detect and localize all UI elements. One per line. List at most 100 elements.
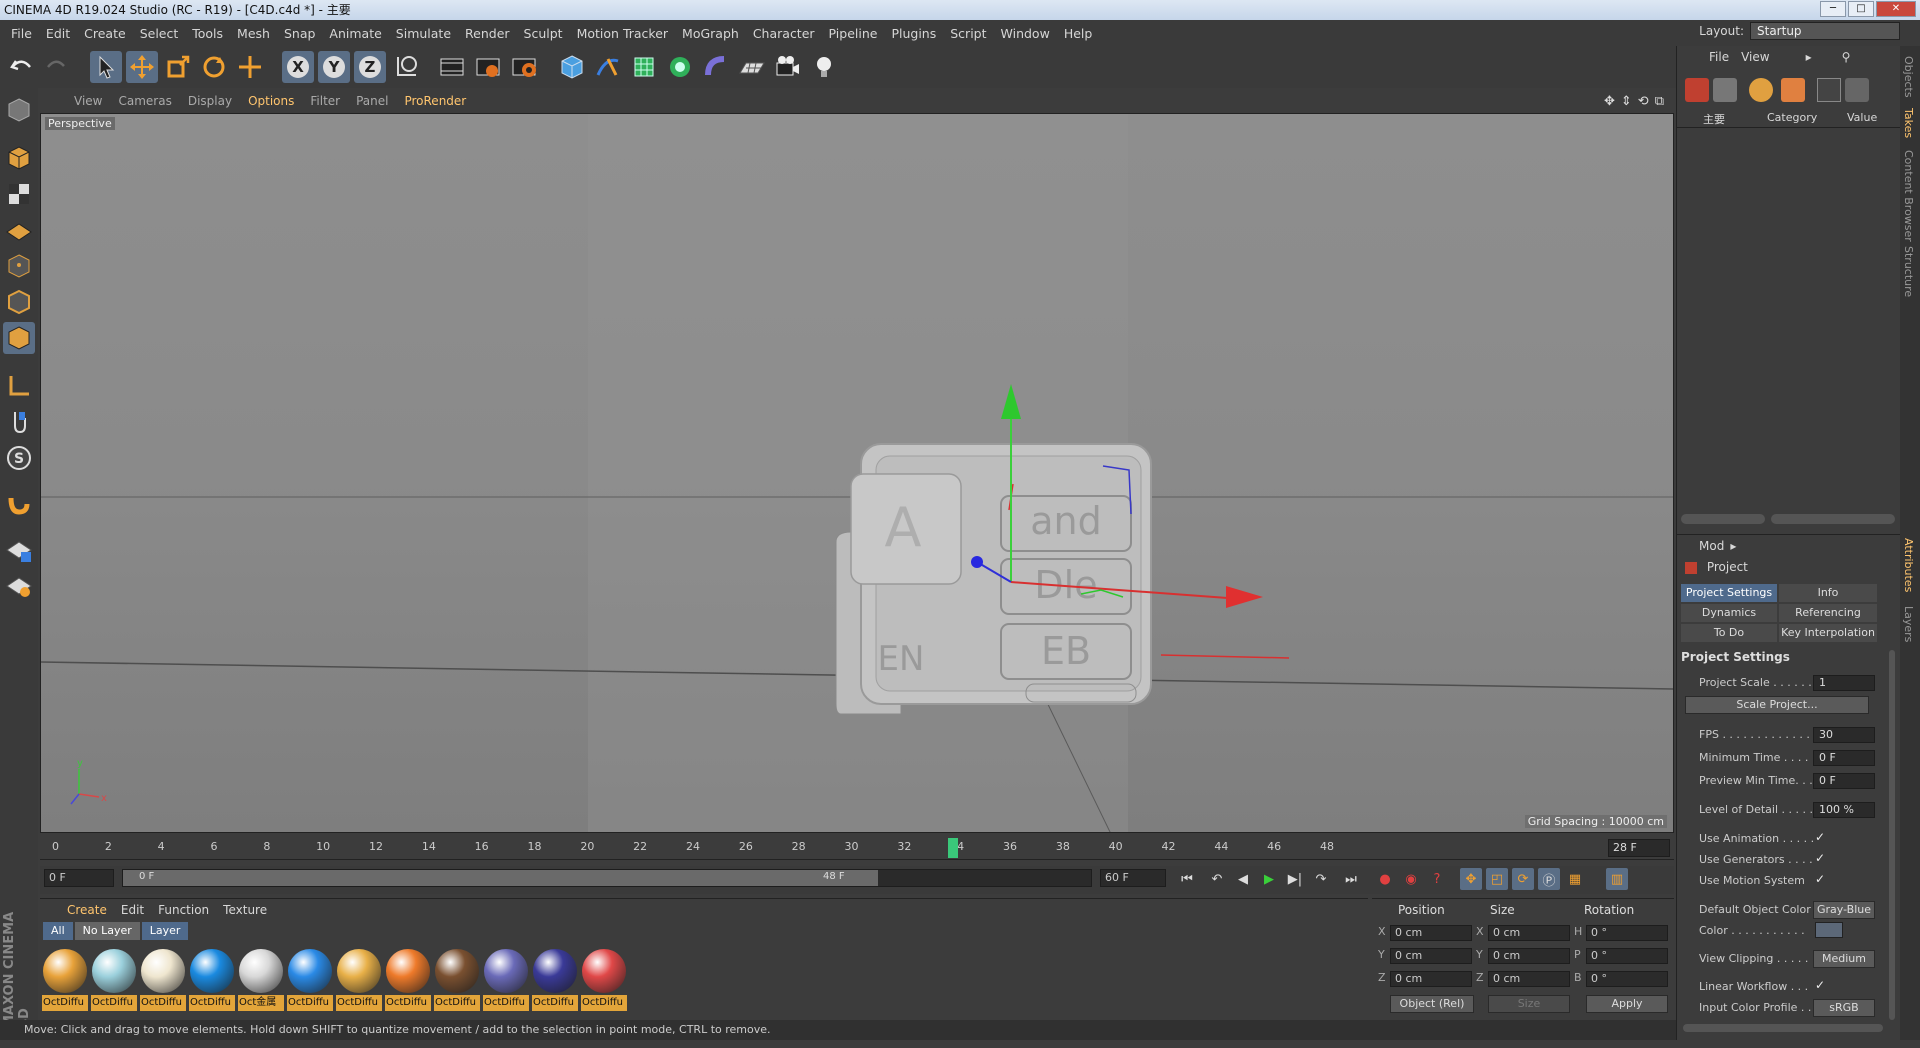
rotate-tool-icon[interactable] — [198, 51, 230, 83]
side-tab-objects[interactable]: Objects — [1902, 56, 1915, 98]
tab-info[interactable]: Info — [1779, 584, 1877, 602]
view-clipping-dropdown[interactable]: Medium — [1813, 950, 1875, 968]
side-tab-takes[interactable]: Takes — [1902, 108, 1915, 138]
takes-list[interactable] — [1677, 128, 1901, 508]
menu-file[interactable]: File — [4, 26, 39, 41]
attributes-h-scrollbar[interactable] — [1683, 1024, 1883, 1032]
transform-tool-icon[interactable] — [234, 51, 266, 83]
object-menu-view[interactable]: View — [1735, 50, 1775, 64]
goto-start-icon[interactable]: ⏮ — [1176, 868, 1198, 890]
prev-frame-icon[interactable]: ◀ — [1232, 868, 1254, 890]
tab-key-interpolation[interactable]: Key Interpolation — [1779, 624, 1877, 642]
size-mode-dropdown[interactable]: Size — [1488, 995, 1570, 1013]
use-generators-checkbox[interactable]: ✓ — [1815, 851, 1825, 865]
key-scale-icon[interactable]: ◰ — [1486, 868, 1508, 890]
maximize-view-icon[interactable]: ⧉ — [1655, 94, 1664, 109]
current-frame-field[interactable]: 28 F — [1608, 839, 1670, 857]
material-swatch[interactable]: OctDiffu — [482, 947, 530, 1011]
prev-key-icon[interactable]: ↶ — [1206, 868, 1228, 890]
key-parameter-icon[interactable]: Ⓟ — [1538, 868, 1560, 890]
pos-y-field[interactable]: 0 cm — [1390, 948, 1472, 964]
side-tab-content-browser[interactable]: Content Browser — [1902, 150, 1915, 242]
menu-snap[interactable]: Snap — [277, 26, 322, 41]
menu-render[interactable]: Render — [458, 26, 517, 41]
menu-tools[interactable]: Tools — [185, 26, 230, 41]
material-swatch[interactable]: OctDiffu — [384, 947, 432, 1011]
render-view-icon[interactable] — [436, 51, 468, 83]
workplane-icon[interactable] — [3, 214, 35, 246]
rot-p-field[interactable]: 0 ° — [1586, 948, 1668, 964]
layout-dropdown[interactable]: Startup — [1750, 22, 1900, 40]
menu-select[interactable]: Select — [133, 26, 186, 41]
menu-mograph[interactable]: MoGraph — [675, 26, 746, 41]
deformer-icon[interactable] — [700, 51, 732, 83]
key-pla-icon[interactable]: ▦ — [1564, 868, 1586, 890]
viewport-menu-prorender[interactable]: ProRender — [396, 94, 474, 108]
make-editable-icon[interactable] — [3, 94, 35, 126]
pan-icon[interactable]: ✥ — [1604, 94, 1615, 109]
snap-icon[interactable] — [3, 488, 35, 520]
frame-range-bar[interactable] — [123, 870, 879, 886]
side-tab-structure[interactable]: Structure — [1902, 246, 1915, 297]
take-options-icon[interactable] — [1845, 78, 1869, 102]
menu-create[interactable]: Create — [77, 26, 133, 41]
tab-referencing[interactable]: Referencing — [1779, 604, 1877, 622]
viewport-menu-view[interactable]: View — [66, 94, 110, 108]
preview-min-time-field[interactable]: 0 F — [1813, 773, 1875, 789]
side-tab-attributes[interactable]: Attributes — [1902, 538, 1915, 592]
frame-range-slider[interactable]: 0 F 48 F — [122, 869, 1092, 887]
record-keys-icon[interactable]: ● — [1374, 868, 1396, 890]
y-axis-lock-icon[interactable]: Y — [318, 51, 350, 83]
menu-character[interactable]: Character — [746, 26, 822, 41]
pos-x-field[interactable]: 0 cm — [1390, 925, 1472, 941]
take-column-category[interactable]: Category — [1767, 111, 1817, 124]
cube-object-icon[interactable] — [556, 51, 588, 83]
material-swatch[interactable]: OctDiffu — [90, 947, 138, 1011]
linear-workflow-checkbox[interactable]: ✓ — [1815, 978, 1825, 992]
attributes-more-icon[interactable]: ▸ — [1730, 539, 1736, 553]
minimum-time-field[interactable]: 0 F — [1813, 750, 1875, 766]
menu-pipeline[interactable]: Pipeline — [822, 26, 885, 41]
level-of-detail-field[interactable]: 100 % — [1813, 802, 1875, 818]
material-menu-texture[interactable]: Texture — [216, 903, 274, 917]
material-swatch[interactable]: OctDiffu — [580, 947, 628, 1011]
apply-button[interactable]: Apply — [1586, 995, 1668, 1013]
points-mode-icon[interactable] — [3, 250, 35, 282]
start-frame-field[interactable]: 0 F — [44, 869, 114, 887]
solo-icon[interactable]: S — [3, 442, 35, 474]
default-object-color-dropdown[interactable]: Gray-Blue — [1813, 901, 1875, 919]
key-position-icon[interactable]: ✥ — [1460, 868, 1482, 890]
workplane-snap-icon[interactable] — [3, 570, 35, 602]
pen-spline-icon[interactable] — [592, 51, 624, 83]
color-swatch[interactable] — [1815, 922, 1843, 938]
menu-mesh[interactable]: Mesh — [230, 26, 277, 41]
material-swatch[interactable]: OctDiffu — [531, 947, 579, 1011]
menu-script[interactable]: Script — [943, 26, 993, 41]
new-take-icon[interactable] — [1685, 78, 1709, 102]
coordinate-mode-dropdown[interactable]: Object (Rel) — [1390, 995, 1474, 1013]
playhead[interactable] — [948, 838, 958, 858]
fps-field[interactable]: 30 — [1813, 727, 1875, 743]
input-color-profile-dropdown[interactable]: sRGB — [1813, 999, 1875, 1017]
close-button[interactable]: ✕ — [1876, 1, 1916, 17]
material-swatch[interactable]: OctDiffu — [335, 947, 383, 1011]
timeline-ruler[interactable]: 0246810121416182022242628303234363840424… — [40, 836, 1674, 860]
menu-simulate[interactable]: Simulate — [389, 26, 458, 41]
polygons-mode-icon[interactable] — [3, 322, 35, 354]
search-icon[interactable]: ⚲ — [1842, 50, 1851, 64]
menu-plugins[interactable]: Plugins — [884, 26, 943, 41]
viewport-menu-display[interactable]: Display — [180, 94, 240, 108]
render-to-picture-viewer-icon[interactable] — [472, 51, 504, 83]
auto-take-icon[interactable] — [1749, 78, 1773, 102]
menu-animate[interactable]: Animate — [322, 26, 388, 41]
material-swatch[interactable]: OctDiffu — [139, 947, 187, 1011]
menu-sculpt[interactable]: Sculpt — [517, 26, 570, 41]
use-motion-system-checkbox[interactable]: ✓ — [1815, 872, 1825, 886]
viewport-menu-filter[interactable]: Filter — [302, 94, 348, 108]
minimize-button[interactable]: ─ — [1820, 1, 1846, 17]
perspective-viewport[interactable]: A and Dle EB EN y x Perspective Grid Spa… — [40, 113, 1674, 833]
timeline-scheme-icon[interactable]: ▥ — [1606, 868, 1628, 890]
filter-no-layer[interactable]: No Layer — [74, 922, 140, 940]
filter-layer[interactable]: Layer — [141, 922, 189, 940]
next-frame-icon[interactable]: ▶| — [1284, 868, 1306, 890]
